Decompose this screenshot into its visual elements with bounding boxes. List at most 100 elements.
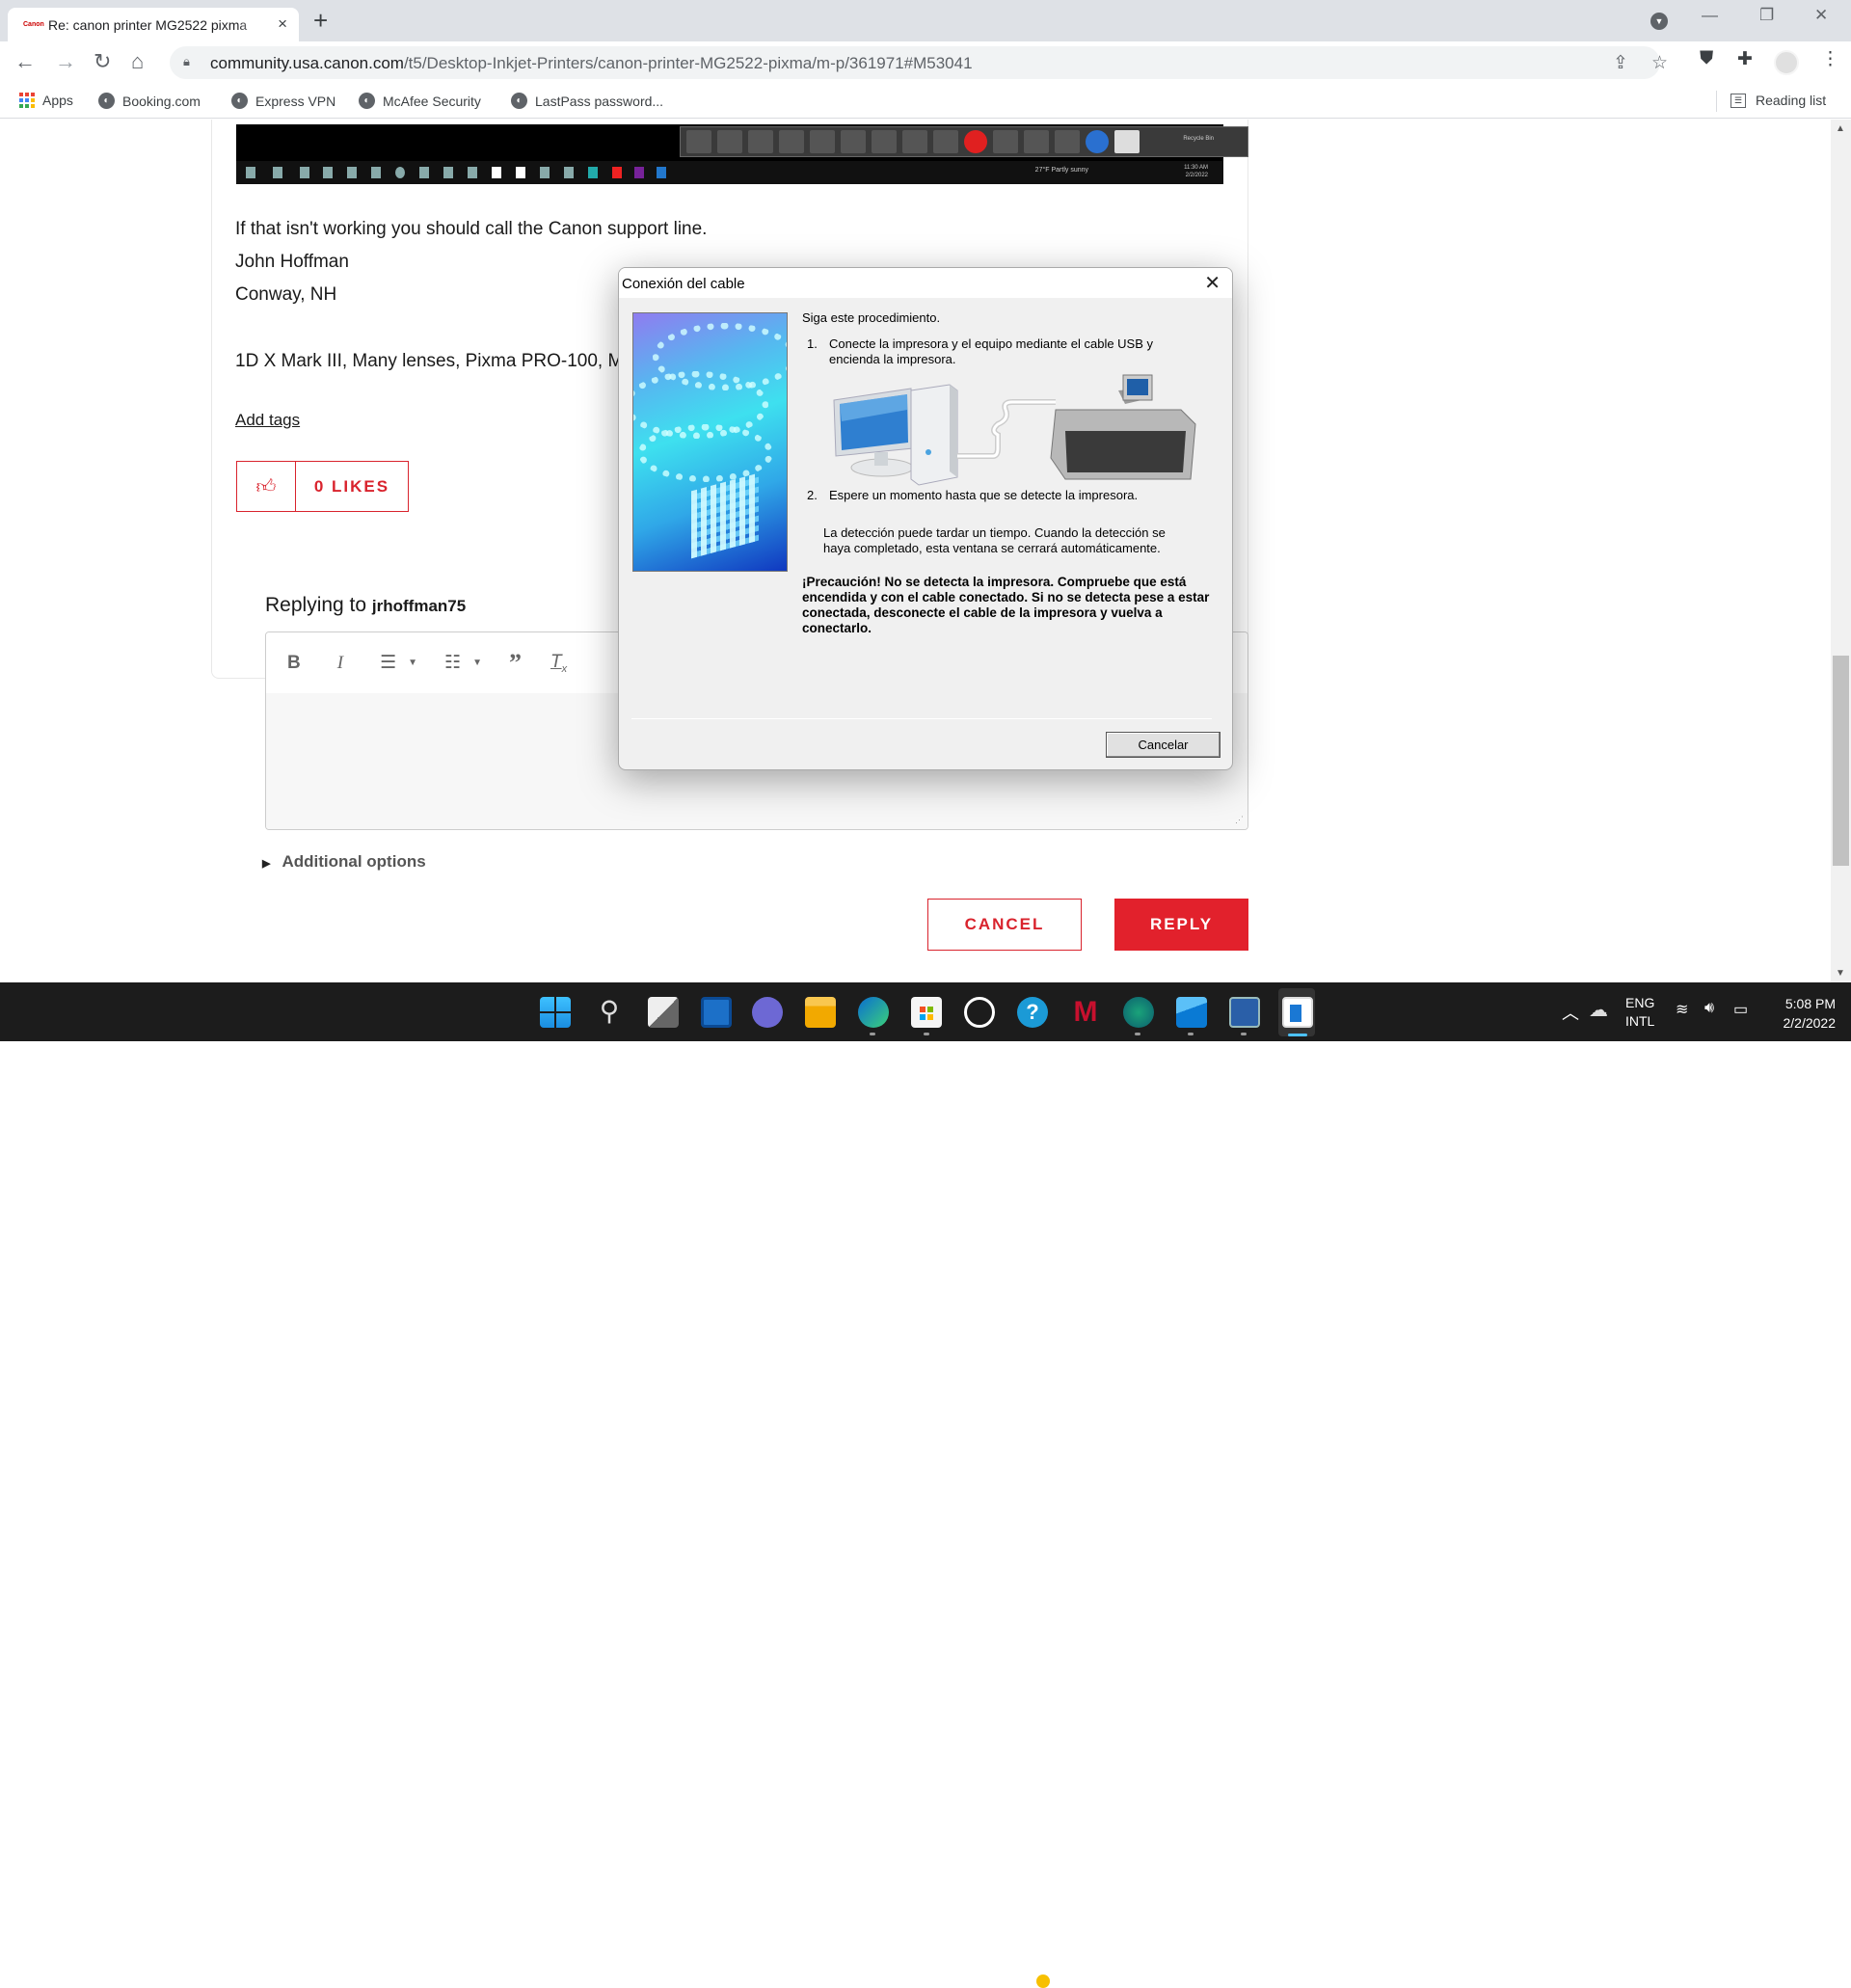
volume-icon[interactable]: 🔊︎	[1704, 1000, 1714, 1017]
teams-chat-icon[interactable]	[752, 997, 783, 1028]
shield-extension-icon[interactable]: ⛊	[1700, 48, 1713, 69]
bulleted-list-dropdown-icon[interactable]: ▼	[408, 658, 417, 668]
mail-icon[interactable]	[1176, 997, 1207, 1028]
home-button[interactable]: ⌂	[131, 49, 144, 74]
bookmark-star-icon[interactable]: ☆	[1651, 52, 1668, 74]
like-button[interactable]: 👍︎	[237, 462, 296, 511]
bulleted-list-button[interactable]: ☰	[380, 652, 396, 674]
scroll-thumb[interactable]	[1833, 656, 1849, 866]
active-window-icon[interactable]	[1282, 997, 1313, 1028]
numbered-list-dropdown-icon[interactable]: ▼	[472, 658, 482, 668]
dialog-title-bar[interactable]: Conexión del cable ✕	[619, 268, 1232, 298]
start-button-icon[interactable]	[540, 997, 571, 1028]
reading-list-icon: ☰	[1730, 93, 1746, 108]
close-window-button[interactable]: ✕	[1814, 6, 1828, 25]
search-icon[interactable]: ⚲	[594, 997, 625, 1028]
bookmark-lastpass[interactable]: ◐ LastPass password...	[511, 93, 663, 109]
globe-icon: ◐	[511, 93, 527, 109]
show-hidden-icons-chevron[interactable]: ︿	[1562, 1000, 1579, 1025]
browser-toolbar: ← → ↻ ⌂ 🔒︎ community.usa.canon.com/t5/De…	[0, 41, 1851, 84]
bookmark-express-vpn[interactable]: ◐ Express VPN	[231, 93, 335, 109]
add-tags-link[interactable]: Add tags	[235, 411, 300, 430]
running-indicator	[924, 1033, 929, 1035]
post-author-name: John Hoffman	[235, 252, 349, 272]
step-2-number: 2.	[807, 488, 818, 502]
reading-list-button[interactable]: ☰ Reading list	[1730, 93, 1826, 108]
blockquote-button[interactable]: ”	[509, 649, 522, 678]
post-signature: 1D X Mark III, Many lenses, Pixma PRO-10…	[235, 351, 624, 371]
battery-charging-icon[interactable]: ▭	[1733, 1000, 1748, 1019]
cancel-reply-button[interactable]: CANCEL	[927, 899, 1082, 951]
file-explorer-icon[interactable]	[805, 997, 836, 1028]
new-tab-button[interactable]: +	[313, 8, 328, 33]
dialog-cancel-button[interactable]: Cancelar	[1106, 732, 1221, 758]
bookmarks-bar: Apps ◐ Booking.com ◐ Express VPN ◐ McAfe…	[0, 84, 1851, 119]
computer-monitor-icon	[833, 388, 914, 477]
bookmark-booking[interactable]: ◐ Booking.com	[98, 93, 201, 109]
warning-message: ¡Precaución! No se detecta la impresora.…	[802, 575, 1210, 635]
caret-right-icon: ▶	[262, 858, 271, 870]
chrome-menu-icon[interactable]: ⋮	[1821, 48, 1839, 70]
scroll-up-icon[interactable]: ▲	[1836, 123, 1845, 134]
white-app-icon[interactable]	[964, 997, 995, 1028]
wifi-icon[interactable]: ≋	[1676, 1000, 1688, 1019]
reload-button[interactable]: ↻	[94, 49, 111, 74]
edge-browser-icon[interactable]	[858, 997, 889, 1028]
forward-button[interactable]: →	[55, 49, 76, 74]
replying-to-heading: Replying to jrhoffman75	[265, 594, 467, 616]
task-view-icon[interactable]	[648, 997, 679, 1028]
bookmark-apps[interactable]: Apps	[19, 93, 73, 108]
tab-search-icon[interactable]: ▼	[1650, 13, 1668, 30]
lock-icon[interactable]: 🔒︎	[183, 54, 190, 69]
restore-button[interactable]: ❐	[1759, 6, 1774, 25]
tab-close-icon[interactable]: ×	[278, 14, 287, 34]
apps-grid-icon	[19, 93, 35, 108]
page-scrollbar[interactable]: ▲ ▼	[1831, 120, 1851, 982]
embedded-recycle-bin: Recycle Bin	[1183, 136, 1214, 142]
detection-note: La detección puede tardar un tiempo. Cua…	[823, 525, 1166, 555]
edge-beta-icon[interactable]	[1123, 997, 1154, 1028]
address-bar[interactable]: 🔒︎ community.usa.canon.com/t5/Desktop-In…	[170, 46, 1668, 79]
likes-count[interactable]: 0 LIKES	[296, 462, 408, 511]
widgets-icon[interactable]	[701, 997, 732, 1028]
computer-printer-illustration	[833, 374, 1196, 486]
likes-widget: 👍︎ 0 LIKES	[236, 461, 409, 512]
onedrive-cloud-icon[interactable]: ☁	[1589, 998, 1608, 1022]
minimize-button[interactable]: —	[1702, 6, 1718, 25]
profile-avatar[interactable]	[1774, 50, 1799, 75]
mcafee-icon[interactable]: M	[1070, 997, 1101, 1028]
clear-format-button[interactable]: Tx	[550, 652, 567, 675]
browser-tab[interactable]: Canon Re: canon printer MG2522 pixma ×	[8, 8, 299, 41]
bold-button[interactable]: B	[287, 653, 301, 674]
windows-taskbar: ⚲ ? M ︿ ☁ ENG INTL ≋ 🔊︎ ▭ 5:08 PM 2/2/2022	[0, 982, 1851, 1988]
scroll-down-icon[interactable]: ▼	[1836, 968, 1845, 979]
globe-icon: ◐	[359, 93, 375, 109]
url-text[interactable]: community.usa.canon.com/t5/Desktop-Inkje…	[210, 54, 973, 73]
computer-tower-icon	[910, 384, 958, 486]
post-author-location: Conway, NH	[235, 284, 337, 305]
notification-badge	[1036, 1975, 1050, 1988]
embedded-desktop-screenshot: Recycle Bin 27°F Partly sunny 11:30 AM 2…	[236, 124, 1248, 184]
bookmark-mcafee[interactable]: ◐ McAfee Security	[359, 93, 481, 109]
cable-connection-dialog: Conexión del cable ✕ Siga este procedimi…	[618, 267, 1233, 770]
help-icon[interactable]: ?	[1017, 997, 1048, 1028]
dialog-side-artwork	[632, 312, 788, 572]
microsoft-store-icon[interactable]	[911, 997, 942, 1028]
resize-grip-icon[interactable]: ⋰	[1235, 815, 1244, 825]
additional-options-toggle[interactable]: ▶ Additional options	[262, 852, 426, 872]
back-button[interactable]: ←	[14, 49, 36, 74]
thumbs-up-icon: 👍︎	[255, 475, 277, 497]
numbered-list-button[interactable]: ☷	[444, 652, 461, 674]
share-icon[interactable]: ⇪	[1613, 52, 1628, 74]
system-clock[interactable]: 5:08 PM 2/2/2022	[1772, 994, 1837, 1033]
input-language[interactable]: ENG INTL	[1625, 994, 1654, 1031]
embedded-clock: 11:30 AM 2/2/2022	[1184, 165, 1208, 178]
italic-button[interactable]: I	[337, 653, 343, 674]
canon-utility-icon[interactable]	[1229, 997, 1260, 1028]
submit-reply-button[interactable]: REPLY	[1114, 899, 1248, 951]
tab-title: Re: canon printer MG2522 pixma	[48, 16, 248, 33]
replying-to-user[interactable]: jrhoffman75	[372, 597, 466, 615]
dialog-close-icon[interactable]: ✕	[1204, 271, 1221, 295]
extensions-puzzle-icon[interactable]: ✚	[1737, 48, 1753, 70]
running-indicator	[870, 1033, 875, 1035]
